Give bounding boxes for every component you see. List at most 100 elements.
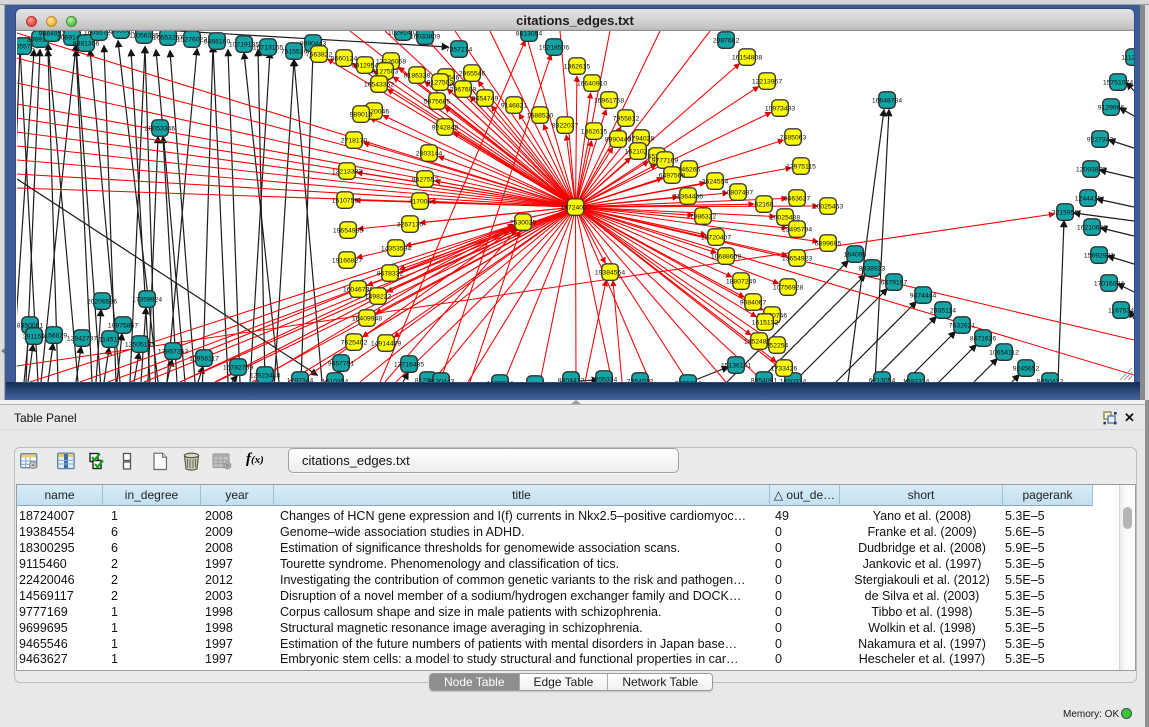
svg-text:16640910: 16640910 xyxy=(577,80,607,87)
svg-text:8854091: 8854091 xyxy=(751,377,778,382)
svg-text:1610354: 1610354 xyxy=(322,378,349,382)
svg-text:1292344: 1292344 xyxy=(287,377,314,382)
svg-text:2935114: 2935114 xyxy=(930,307,956,314)
svg-text:2905314: 2905314 xyxy=(675,380,702,382)
svg-text:13654923: 13654923 xyxy=(782,255,812,262)
svg-text:21364436: 21364436 xyxy=(673,193,703,200)
svg-text:1167534: 1167534 xyxy=(1108,307,1134,314)
svg-text:6213054: 6213054 xyxy=(869,377,896,382)
svg-text:9242848: 9242848 xyxy=(432,124,459,131)
svg-text:12975115: 12975115 xyxy=(786,163,816,170)
svg-text:6479197: 6479197 xyxy=(881,279,908,286)
svg-text:16409948: 16409948 xyxy=(352,315,382,322)
svg-text:1615132: 1615132 xyxy=(752,319,779,326)
svg-text:9127503: 9127503 xyxy=(372,68,399,75)
svg-text:3267130: 3267130 xyxy=(397,221,424,228)
svg-text:16961758: 16961758 xyxy=(594,97,624,104)
svg-text:1362615: 1362615 xyxy=(564,63,591,70)
svg-text:1156829: 1156829 xyxy=(41,332,67,339)
svg-text:10756928: 10756928 xyxy=(773,284,803,291)
svg-text:7357274: 7357274 xyxy=(446,46,473,53)
svg-text:20053346: 20053346 xyxy=(145,125,175,132)
svg-text:2967608: 2967608 xyxy=(450,86,477,93)
svg-text:7485063: 7485063 xyxy=(780,134,807,141)
svg-text:9777169: 9777169 xyxy=(652,157,679,164)
svg-text:8881306: 8881306 xyxy=(73,40,100,47)
svg-text:14353594: 14353594 xyxy=(381,245,411,252)
svg-text:6466160: 6466160 xyxy=(204,38,231,45)
svg-text:114519: 114519 xyxy=(99,336,121,343)
svg-text:19654985: 19654985 xyxy=(333,227,363,234)
svg-text:8127503: 8127503 xyxy=(427,79,454,86)
svg-text:1588520: 1588520 xyxy=(527,112,554,119)
svg-text:8186328: 8186328 xyxy=(404,72,431,79)
svg-text:20206536: 20206536 xyxy=(87,298,117,305)
svg-text:7986322: 7986322 xyxy=(690,213,717,220)
svg-text:10688609: 10688609 xyxy=(711,253,741,260)
svg-text:8454749: 8454749 xyxy=(472,95,499,102)
svg-text:10807487: 10807487 xyxy=(723,189,753,196)
svg-text:1244415: 1244415 xyxy=(1075,195,1102,202)
svg-text:19218506: 19218506 xyxy=(539,44,569,51)
svg-text:1650334: 1650334 xyxy=(780,378,807,382)
svg-text:18724007: 18724007 xyxy=(560,204,590,211)
svg-text:9146821: 9146821 xyxy=(501,102,528,109)
svg-text:3215958: 3215958 xyxy=(1052,209,1079,216)
svg-text:1112094: 1112094 xyxy=(1121,54,1134,61)
svg-text:8813054: 8813054 xyxy=(516,31,543,37)
svg-text:16648784: 16648784 xyxy=(872,97,902,104)
svg-text:7632621: 7632621 xyxy=(949,322,976,329)
svg-text:10973493: 10973493 xyxy=(765,105,795,112)
svg-text:7515526: 7515526 xyxy=(281,48,308,55)
svg-text:1733426: 1733426 xyxy=(771,365,798,372)
svg-text:12505135: 12505135 xyxy=(125,341,155,348)
svg-text:15720407: 15720407 xyxy=(701,234,731,241)
svg-text:2803144: 2803144 xyxy=(416,150,443,157)
svg-text:1205334: 1205334 xyxy=(591,376,618,382)
svg-text:16713155: 16713155 xyxy=(253,44,283,51)
svg-text:10975867: 10975867 xyxy=(108,322,138,329)
svg-text:252254: 252254 xyxy=(766,342,789,349)
svg-text:3624554: 3624554 xyxy=(702,178,729,185)
svg-text:7663822: 7663822 xyxy=(306,51,333,58)
svg-text:16543362: 16543362 xyxy=(364,81,394,88)
svg-text:8938923: 8938923 xyxy=(859,265,886,272)
svg-text:16033809: 16033809 xyxy=(410,33,440,40)
svg-text:62160: 62160 xyxy=(755,201,774,208)
svg-text:16046736: 16046736 xyxy=(343,286,373,293)
svg-text:10958117: 10958117 xyxy=(189,355,219,362)
svg-text:16782759: 16782759 xyxy=(223,364,253,371)
svg-text:8427552: 8427552 xyxy=(412,176,439,183)
svg-text:8471626: 8471626 xyxy=(970,335,997,342)
svg-text:9657791: 9657791 xyxy=(328,360,355,367)
svg-text:15751074: 15751074 xyxy=(1103,79,1133,86)
svg-text:7354012: 7354012 xyxy=(627,378,654,382)
svg-text:9474444: 9474444 xyxy=(910,292,937,299)
svg-text:989013: 989013 xyxy=(350,111,373,118)
svg-text:6899695: 6899695 xyxy=(815,240,842,247)
svg-text:1362615: 1362615 xyxy=(581,128,608,135)
svg-text:2718170: 2718170 xyxy=(341,137,368,144)
svg-text:1498222: 1498222 xyxy=(365,293,392,300)
svg-text:164095: 164095 xyxy=(844,251,867,258)
svg-text:12942737: 12942737 xyxy=(67,335,97,342)
svg-text:417006: 417006 xyxy=(409,198,432,205)
svg-text:12093873: 12093873 xyxy=(1076,166,1106,173)
svg-text:9120554: 9120554 xyxy=(522,381,549,382)
svg-text:2965546: 2965546 xyxy=(459,70,486,77)
svg-text:12213967: 12213967 xyxy=(752,78,782,85)
svg-text:19166827: 19166827 xyxy=(332,257,362,264)
svg-text:5875685: 5875685 xyxy=(424,98,451,105)
svg-text:7955812: 7955812 xyxy=(613,115,640,122)
svg-text:9794028: 9794028 xyxy=(628,135,655,142)
svg-text:16154808: 16154808 xyxy=(732,54,762,61)
svg-text:12923448: 12923448 xyxy=(250,372,280,379)
svg-text:10654112: 10654112 xyxy=(989,349,1019,356)
svg-text:9245652: 9245652 xyxy=(1013,365,1040,372)
svg-text:1605334: 1605334 xyxy=(487,380,514,382)
svg-text:10025453: 10025453 xyxy=(813,203,843,210)
svg-text:9129966: 9129966 xyxy=(1098,104,1125,111)
svg-text:17957253: 17957253 xyxy=(158,348,188,355)
svg-text:16210643: 16210643 xyxy=(1077,224,1107,231)
svg-text:14914479: 14914479 xyxy=(371,340,401,347)
